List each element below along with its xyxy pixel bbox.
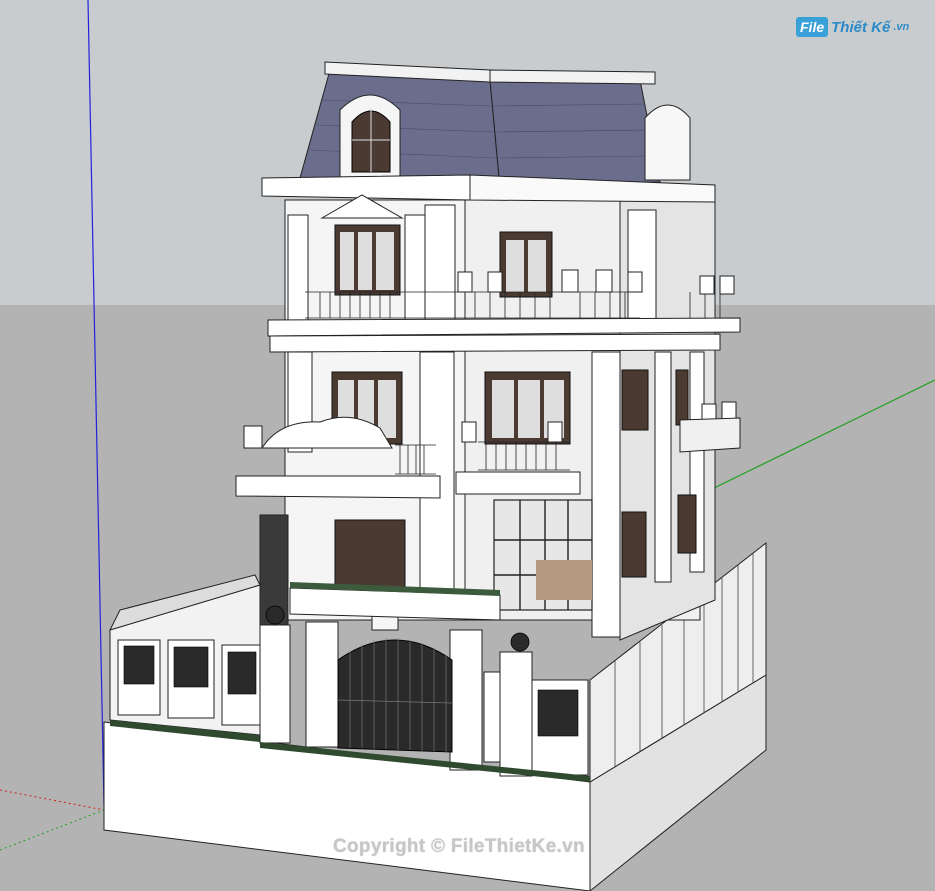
ground-floor-door [334, 519, 406, 591]
filethietke-logo: File Thiết Kế .vn [796, 14, 909, 40]
sketchup-viewport[interactable]: File Thiết Kế .vn Copyright © FileThietK… [0, 0, 935, 891]
balcony-2f-right [455, 471, 581, 495]
interior-wood-panel [536, 560, 592, 600]
main-gate[interactable] [337, 639, 453, 753]
copyright-watermark: Copyright © FileThietKe.vn [333, 836, 585, 857]
logo-brand-text: Thiết Kế [831, 18, 891, 36]
model-scene[interactable] [0, 0, 935, 891]
balcony-2f-left [235, 475, 441, 499]
mansard-roof-right [489, 79, 661, 189]
small-side-panel [483, 671, 501, 763]
roof-top-cornice-right [489, 69, 656, 85]
top-cornice [261, 174, 471, 201]
logo-tld-text: .vn [893, 21, 910, 33]
side-balcony-2f [679, 417, 741, 453]
right-fence-grille [537, 689, 579, 737]
logo-file-badge: File [796, 17, 829, 37]
second-floor-cornice [269, 333, 721, 353]
roof-turret [644, 104, 691, 181]
